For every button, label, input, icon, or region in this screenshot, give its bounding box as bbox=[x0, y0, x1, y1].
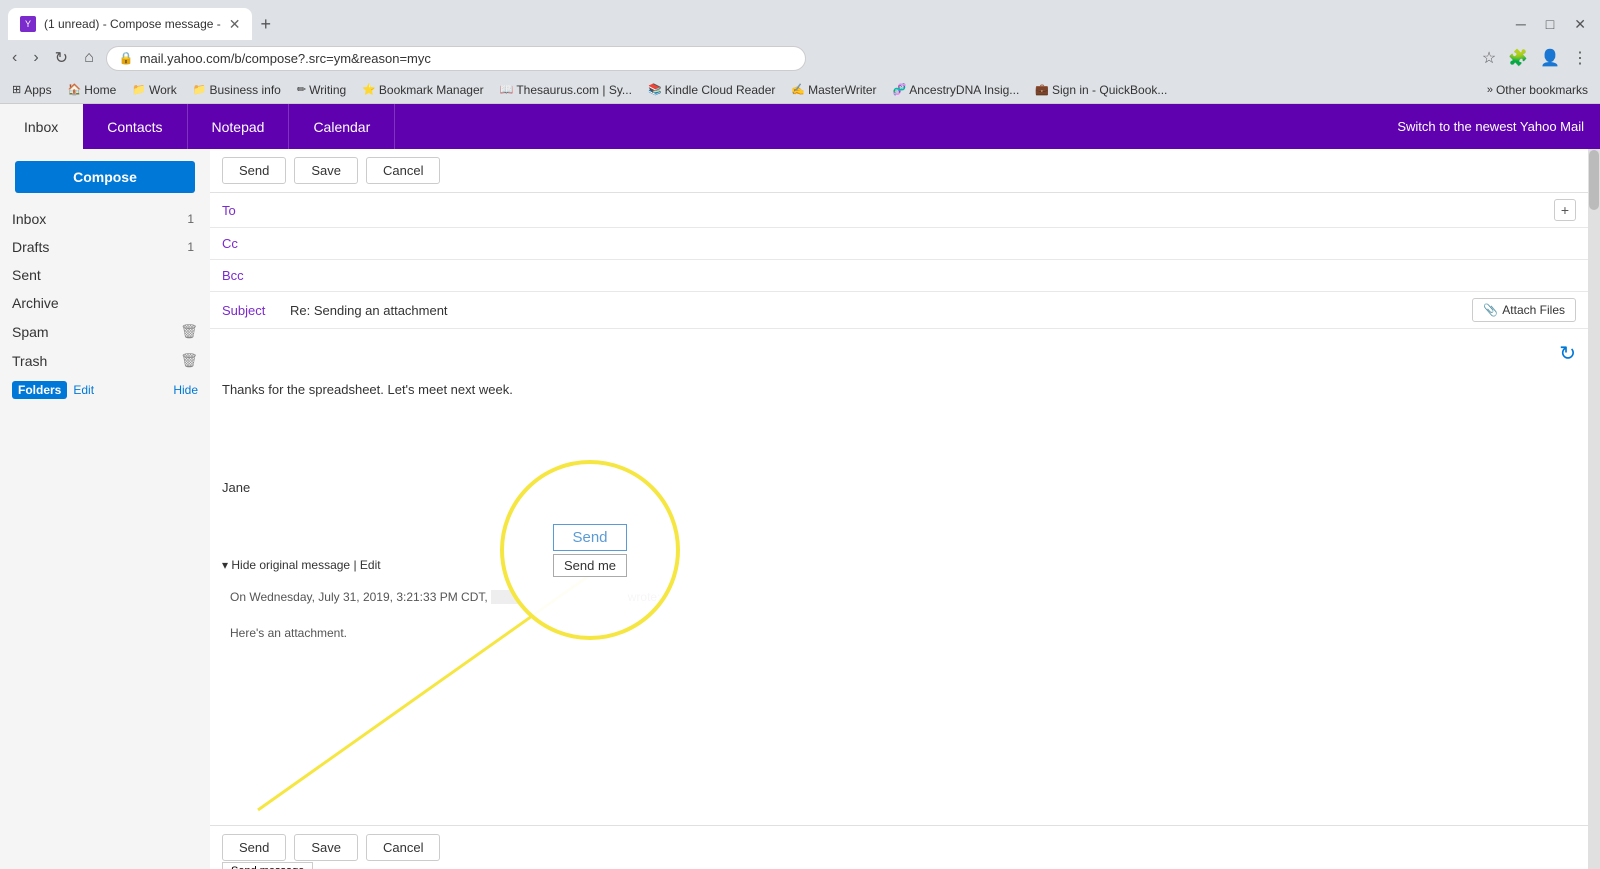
tab-contacts[interactable]: Contacts bbox=[83, 104, 187, 149]
attach-icon: 📎 bbox=[1483, 303, 1498, 317]
refresh-message-button[interactable]: ↻ bbox=[1559, 341, 1576, 366]
bcc-field-row: Bcc bbox=[210, 260, 1588, 292]
compose-area: Send Save Cancel To + Cc Bcc bbox=[210, 149, 1588, 869]
bookmark-home[interactable]: 🏠 Home bbox=[64, 81, 121, 99]
message-area[interactable]: Thanks for the spreadsheet. Let's meet n… bbox=[210, 329, 1588, 825]
trash-trash-icon: 🗑 bbox=[180, 352, 198, 369]
collapse-icon: ▾ bbox=[222, 558, 231, 572]
original-toggle[interactable]: ▾ Hide original message | Edit bbox=[222, 556, 1576, 574]
bookmark-manager[interactable]: ⭐ Bookmark Manager bbox=[358, 81, 487, 99]
folders-hide-link[interactable]: Hide bbox=[173, 383, 198, 397]
home-button[interactable]: ⌂ bbox=[80, 47, 98, 69]
cancel-button-bottom[interactable]: Cancel bbox=[366, 834, 440, 861]
extensions-icon[interactable]: 🧩 bbox=[1504, 46, 1532, 70]
drafts-label: Drafts bbox=[12, 239, 187, 255]
archive-label: Archive bbox=[12, 295, 198, 311]
attach-files-button[interactable]: 📎 Attach Files bbox=[1472, 298, 1576, 322]
save-button-bottom[interactable]: Save bbox=[294, 834, 358, 861]
spam-trash-icon: 🗑 bbox=[180, 323, 198, 340]
inbox-count: 1 bbox=[187, 212, 194, 226]
bookmark-apps[interactable]: ⊞ Apps bbox=[8, 81, 56, 99]
bookmark-masterwriter[interactable]: ✍ MasterWriter bbox=[787, 81, 880, 99]
subject-label: Subject bbox=[222, 303, 282, 318]
bookmark-writing[interactable]: ✏ Writing bbox=[293, 81, 350, 99]
edit-link[interactable]: Edit bbox=[360, 558, 381, 572]
message-body: Thanks for the spreadsheet. Let's meet n… bbox=[222, 341, 1576, 536]
tab-title: (1 unread) - Compose message - bbox=[44, 17, 221, 31]
tab-notepad[interactable]: Notepad bbox=[188, 104, 290, 149]
body-signature: Jane bbox=[222, 478, 1576, 498]
sidebar-item-sent[interactable]: Sent bbox=[0, 261, 210, 289]
sent-label: Sent bbox=[12, 267, 198, 283]
folders-section: Folders Edit Hide bbox=[0, 375, 210, 405]
bookmark-kindle[interactable]: 📚 Kindle Cloud Reader bbox=[644, 81, 779, 99]
original-message: On Wednesday, July 31, 2019, 3:21:33 PM … bbox=[222, 580, 1576, 650]
to-field-row: To + bbox=[210, 193, 1588, 228]
original-wrote: wrote: bbox=[628, 590, 661, 604]
to-label: To bbox=[222, 203, 262, 218]
add-to-button[interactable]: + bbox=[1554, 199, 1576, 221]
bookmark-business[interactable]: 📁 Business info bbox=[189, 81, 285, 99]
address-bar[interactable]: 🔒 mail.yahoo.com/b/compose?.src=ym&reaso… bbox=[106, 46, 806, 71]
browser-tab[interactable]: Y (1 unread) - Compose message - ✕ bbox=[8, 8, 252, 40]
yahoo-nav: Inbox Contacts Notepad Calendar Switch t… bbox=[0, 104, 1600, 149]
send-tooltip: Send message bbox=[222, 862, 313, 869]
original-body: Here's an attachment. bbox=[230, 624, 1568, 642]
profile-icon[interactable]: 👤 bbox=[1536, 46, 1564, 70]
send-button-bottom[interactable]: Send bbox=[222, 834, 286, 861]
forward-button[interactable]: › bbox=[29, 47, 42, 69]
cancel-button-top[interactable]: Cancel bbox=[366, 157, 440, 184]
folders-edit-link[interactable]: Edit bbox=[73, 383, 94, 397]
bookmark-icon[interactable]: ☆ bbox=[1478, 46, 1500, 70]
tab-calendar[interactable]: Calendar bbox=[289, 104, 395, 149]
sidebar: Compose Inbox 1 Drafts 1 Sent Archive Sp… bbox=[0, 149, 210, 869]
maximize-button[interactable]: □ bbox=[1540, 14, 1560, 35]
trash-label: Trash bbox=[12, 353, 180, 369]
original-date: On Wednesday, July 31, 2019, 3:21:33 PM … bbox=[230, 590, 488, 604]
sidebar-item-trash[interactable]: Trash 🗑 bbox=[0, 346, 210, 375]
subject-value: Re: Sending an attachment bbox=[290, 303, 1472, 318]
bcc-label: Bcc bbox=[222, 268, 262, 283]
tab-inbox[interactable]: Inbox bbox=[0, 104, 83, 149]
address-text: mail.yahoo.com/b/compose?.src=ym&reason=… bbox=[140, 51, 431, 66]
spam-label: Spam bbox=[12, 324, 180, 340]
bookmark-work[interactable]: 📁 Work bbox=[128, 81, 180, 99]
to-input[interactable] bbox=[270, 203, 1554, 218]
tab-close-btn[interactable]: ✕ bbox=[229, 16, 241, 33]
drafts-count: 1 bbox=[187, 240, 194, 254]
sidebar-item-spam[interactable]: Spam 🗑 bbox=[0, 317, 210, 346]
inbox-label: Inbox bbox=[12, 211, 187, 227]
bookmark-quickbooks[interactable]: 💼 Sign in - QuickBook... bbox=[1031, 81, 1171, 99]
send-button-top[interactable]: Send bbox=[222, 157, 286, 184]
back-button[interactable]: ‹ bbox=[8, 47, 21, 69]
minimize-button[interactable]: ─ bbox=[1510, 14, 1532, 35]
bookmark-ancestry[interactable]: 🧬 AncestryDNA Insig... bbox=[889, 81, 1024, 99]
scrollbar[interactable] bbox=[1588, 149, 1600, 869]
sidebar-item-archive[interactable]: Archive bbox=[0, 289, 210, 317]
save-button-top[interactable]: Save bbox=[294, 157, 358, 184]
more-icon[interactable]: ⋮ bbox=[1568, 46, 1592, 70]
refresh-button[interactable]: ↻ bbox=[51, 46, 72, 70]
compose-bottom-toolbar: Send Save Cancel Send message bbox=[210, 825, 1588, 869]
compose-button[interactable]: Compose bbox=[15, 161, 195, 193]
cc-field-row: Cc bbox=[210, 228, 1588, 260]
bookmark-other[interactable]: » Other bookmarks bbox=[1483, 81, 1592, 99]
compose-body: To + Cc Bcc Subject Re: Sending an attac… bbox=[210, 193, 1588, 869]
cc-label: Cc bbox=[222, 236, 262, 251]
folders-label: Folders bbox=[12, 381, 67, 399]
subject-row: Subject Re: Sending an attachment 📎 Atta… bbox=[210, 292, 1588, 329]
close-button[interactable]: ✕ bbox=[1568, 14, 1592, 35]
sidebar-item-drafts[interactable]: Drafts 1 bbox=[0, 233, 210, 261]
sidebar-item-inbox[interactable]: Inbox 1 bbox=[0, 205, 210, 233]
body-line1: Thanks for the spreadsheet. Let's meet n… bbox=[222, 380, 1576, 400]
scrollbar-thumb[interactable] bbox=[1589, 150, 1599, 210]
bookmark-thesaurus[interactable]: 📖 Thesaurus.com | Sy... bbox=[496, 81, 636, 99]
new-tab-button[interactable]: + bbox=[252, 14, 279, 35]
bookmarks-bar: ⊞ Apps 🏠 Home 📁 Work 📁 Business info ✏ W… bbox=[0, 76, 1600, 104]
compose-top-toolbar: Send Save Cancel bbox=[210, 149, 1588, 193]
lock-icon: 🔒 bbox=[119, 51, 134, 65]
tab-favicon: Y bbox=[20, 16, 36, 32]
switch-to-newest[interactable]: Switch to the newest Yahoo Mail bbox=[1397, 119, 1600, 134]
